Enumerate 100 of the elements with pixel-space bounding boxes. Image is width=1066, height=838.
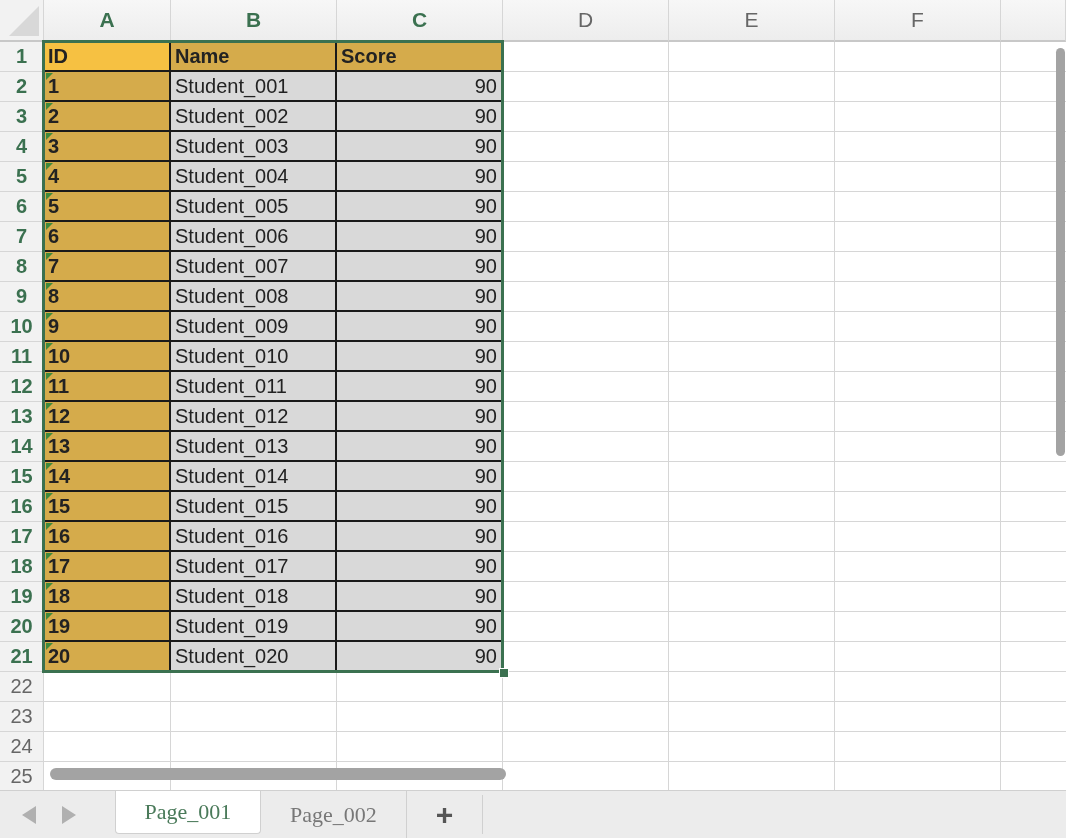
fill-handle[interactable] <box>499 668 509 678</box>
row-header[interactable]: 8 <box>0 252 44 282</box>
add-sheet-button[interactable]: + <box>407 795 483 834</box>
row-header[interactable]: 18 <box>0 552 44 582</box>
table-cell: 12 <box>44 402 171 432</box>
error-triangle-icon <box>46 613 53 620</box>
left-arrow-icon[interactable] <box>22 805 36 824</box>
table-cell: Student_008 <box>171 282 337 312</box>
row-header[interactable]: 12 <box>0 372 44 402</box>
select-all-triangle-icon[interactable] <box>9 6 39 36</box>
table-cell: 4 <box>44 162 171 192</box>
row-header[interactable]: 19 <box>0 582 44 612</box>
table-cell: Student_015 <box>171 492 337 522</box>
table-cell: 90 <box>337 642 503 672</box>
table-cell: 20 <box>44 642 171 672</box>
horizontal-scrollbar[interactable] <box>50 768 506 780</box>
error-triangle-icon <box>46 283 53 290</box>
table-cell: Student_013 <box>171 432 337 462</box>
row-header[interactable]: 16 <box>0 492 44 522</box>
table-cell: 18 <box>44 582 171 612</box>
table-cell: 90 <box>337 162 503 192</box>
row-header[interactable]: 20 <box>0 612 44 642</box>
table-cell: Student_009 <box>171 312 337 342</box>
row-header[interactable]: 15 <box>0 462 44 492</box>
row-header[interactable]: 22 <box>0 672 44 702</box>
column-header[interactable]: E <box>669 0 835 42</box>
row-header[interactable]: 14 <box>0 432 44 462</box>
table-cell: Student_004 <box>171 162 337 192</box>
row-header[interactable]: 4 <box>0 132 44 162</box>
table-cell: Student_019 <box>171 612 337 642</box>
error-triangle-icon <box>46 493 53 500</box>
header-cell: Name <box>171 42 337 72</box>
table-cell: 9 <box>44 312 171 342</box>
error-triangle-icon <box>46 433 53 440</box>
row-header[interactable]: 17 <box>0 522 44 552</box>
table-cell: 90 <box>337 192 503 222</box>
row-header[interactable]: 24 <box>0 732 44 762</box>
table-cell: 90 <box>337 582 503 612</box>
table-cell: 90 <box>337 102 503 132</box>
table-cell: 14 <box>44 462 171 492</box>
sheet-tab[interactable]: Page_002 <box>261 791 407 838</box>
row-header[interactable]: 5 <box>0 162 44 192</box>
table-cell: 90 <box>337 402 503 432</box>
table-cell: 2 <box>44 102 171 132</box>
row-header[interactable]: 25 <box>0 762 44 790</box>
error-triangle-icon <box>46 253 53 260</box>
row-header[interactable]: 1 <box>0 42 44 72</box>
right-arrow-icon[interactable] <box>62 805 76 824</box>
table-cell: 90 <box>337 372 503 402</box>
sheet-tab[interactable]: Page_001 <box>115 791 261 834</box>
column-header[interactable]: C <box>337 0 503 42</box>
column-header[interactable]: A <box>44 0 171 42</box>
error-triangle-icon <box>46 223 53 230</box>
table-cell: Student_020 <box>171 642 337 672</box>
error-triangle-icon <box>46 553 53 560</box>
header-cell: ID <box>44 42 171 72</box>
row-header[interactable]: 7 <box>0 222 44 252</box>
table-cell: 90 <box>337 282 503 312</box>
table-cell: 3 <box>44 132 171 162</box>
table-cell: 90 <box>337 132 503 162</box>
row-header[interactable]: 6 <box>0 192 44 222</box>
error-triangle-icon <box>46 463 53 470</box>
table-cell: Student_006 <box>171 222 337 252</box>
row-header[interactable]: 23 <box>0 702 44 732</box>
table-cell: Student_018 <box>171 582 337 612</box>
table-cell: 90 <box>337 312 503 342</box>
column-header[interactable]: D <box>503 0 669 42</box>
table-cell: Student_011 <box>171 372 337 402</box>
table-cell: 90 <box>337 522 503 552</box>
error-triangle-icon <box>46 163 53 170</box>
row-header[interactable]: 9 <box>0 282 44 312</box>
table-cell: 1 <box>44 72 171 102</box>
table-cell: Student_016 <box>171 522 337 552</box>
error-triangle-icon <box>46 373 53 380</box>
row-header[interactable]: 21 <box>0 642 44 672</box>
error-triangle-icon <box>46 193 53 200</box>
table-cell: 90 <box>337 612 503 642</box>
error-triangle-icon <box>46 343 53 350</box>
error-triangle-icon <box>46 73 53 80</box>
row-header[interactable]: 13 <box>0 402 44 432</box>
table-cell: Student_001 <box>171 72 337 102</box>
table-cell: 13 <box>44 432 171 462</box>
error-triangle-icon <box>46 103 53 110</box>
table-cell: Student_014 <box>171 462 337 492</box>
row-header[interactable]: 10 <box>0 312 44 342</box>
error-triangle-icon <box>46 313 53 320</box>
table-cell: 90 <box>337 462 503 492</box>
table-cell: 90 <box>337 492 503 522</box>
table-cell: 19 <box>44 612 171 642</box>
row-header[interactable]: 3 <box>0 102 44 132</box>
row-header[interactable]: 2 <box>0 72 44 102</box>
error-triangle-icon <box>46 133 53 140</box>
row-header[interactable]: 11 <box>0 342 44 372</box>
column-header[interactable]: F <box>835 0 1001 42</box>
table-cell: Student_007 <box>171 252 337 282</box>
table-cell: 5 <box>44 192 171 222</box>
error-triangle-icon <box>46 643 53 650</box>
error-triangle-icon <box>46 403 53 410</box>
vertical-scrollbar[interactable] <box>1056 48 1065 456</box>
column-header[interactable]: B <box>171 0 337 42</box>
